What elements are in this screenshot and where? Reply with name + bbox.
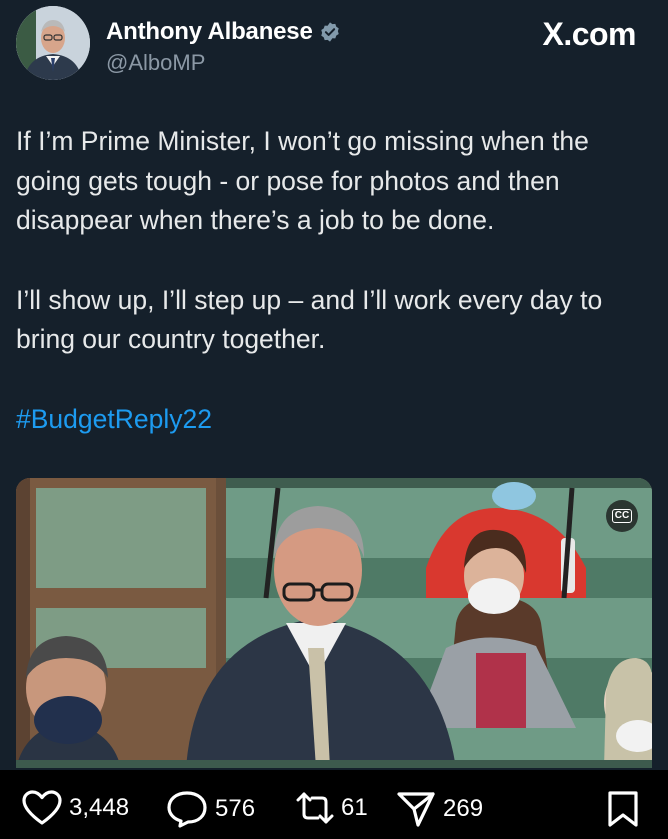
like-count: 3,448 xyxy=(69,794,130,821)
reply-count: 576 xyxy=(215,795,256,822)
author-handle[interactable]: @AlboMP xyxy=(106,50,205,76)
post-paragraph: If I’m Prime Minister, I won’t go missin… xyxy=(16,126,589,235)
cc-label: CC xyxy=(611,509,633,523)
author-name[interactable]: Anthony Albanese xyxy=(106,18,313,46)
video-frame-image xyxy=(16,478,652,768)
like-button[interactable]: 3,448 xyxy=(22,790,129,826)
repost-count: 61 xyxy=(341,794,368,821)
avatar[interactable] xyxy=(16,6,90,80)
share-icon xyxy=(397,792,435,827)
post-text: If I’m Prime Minister, I won’t go missin… xyxy=(16,122,656,439)
reply-button[interactable]: 576 xyxy=(166,790,255,828)
post-video[interactable]: CC xyxy=(16,478,652,768)
action-bar: 3,448 576 61 269 xyxy=(0,770,668,839)
repost-button[interactable]: 61 xyxy=(296,790,368,826)
verified-badge-icon xyxy=(320,22,339,42)
brand-label: X.com xyxy=(542,16,636,52)
cc-icon[interactable]: CC xyxy=(606,500,638,532)
bookmark-button[interactable] xyxy=(606,790,640,828)
repost-icon xyxy=(296,792,334,824)
hashtag-link[interactable]: #BudgetReply22 xyxy=(16,400,656,440)
share-count: 269 xyxy=(443,795,484,822)
heart-icon xyxy=(22,790,62,825)
share-button[interactable]: 269 xyxy=(396,790,483,828)
post-header: Anthony Albanese @AlboMP X.com xyxy=(16,6,652,88)
bookmark-icon xyxy=(608,791,638,827)
post-paragraph: I’ll show up, I’ll step up – and I’ll wo… xyxy=(16,284,603,355)
reply-icon xyxy=(167,791,207,828)
